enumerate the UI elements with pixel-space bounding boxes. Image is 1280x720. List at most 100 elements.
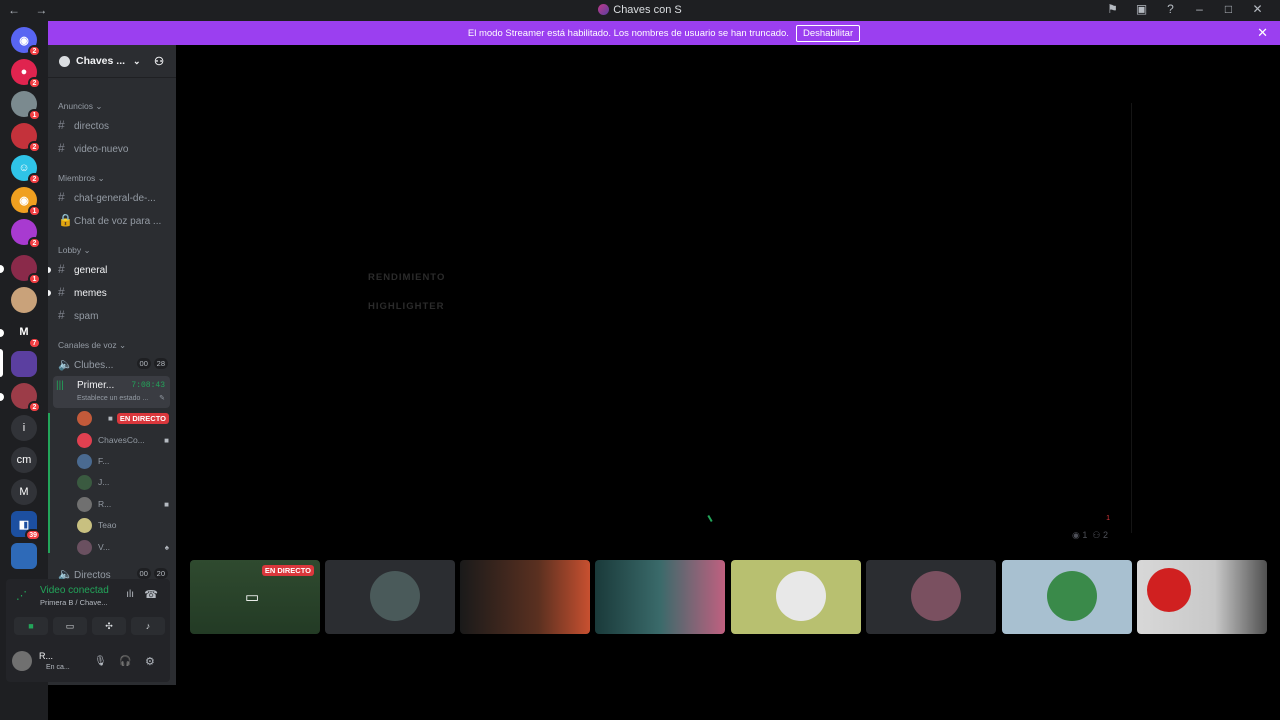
user-count: 00 bbox=[136, 358, 151, 369]
server-icon-selected[interactable] bbox=[11, 351, 37, 377]
add-user-icon[interactable]: ⚇ bbox=[154, 55, 164, 68]
avatar bbox=[77, 517, 92, 533]
channel-chat-general[interactable]: # chat-general-de-... bbox=[58, 190, 170, 204]
server-icon[interactable]: 2 bbox=[11, 123, 41, 153]
window-title: Chaves con S bbox=[0, 4, 1280, 16]
microphone-icon[interactable]: 🎙 bbox=[94, 656, 107, 667]
voice-member[interactable]: V... ♠ bbox=[77, 539, 169, 555]
server-header[interactable]: Chaves ... ⌄ ⚇ bbox=[48, 45, 176, 78]
voice-member[interactable]: J... bbox=[77, 474, 169, 490]
voice-member[interactable]: R... ■ bbox=[77, 496, 169, 512]
title-bar: ← → Chaves con S ⚑ ▣ ? – □ ✕ bbox=[0, 0, 1280, 21]
voice-member[interactable]: ChavesCo... ■ bbox=[77, 432, 169, 448]
channel-spam[interactable]: # spam bbox=[58, 308, 170, 322]
edit-icon[interactable]: ✎ bbox=[159, 394, 165, 402]
channel-chat-voz[interactable]: 🔒Chat de voz para ... bbox=[58, 213, 170, 227]
server-icon[interactable]: ◉ 1 bbox=[11, 187, 41, 217]
user-status: En ca... bbox=[46, 664, 70, 671]
voice-channel-clubes[interactable]: 🔈Clubes... 00 28 bbox=[58, 357, 170, 371]
category-miembros[interactable]: Miembros ⌄ bbox=[58, 173, 105, 184]
user-limit: 28 bbox=[153, 358, 168, 369]
category-lobby[interactable]: Lobby ⌄ bbox=[58, 245, 91, 256]
voice-member[interactable]: Teao bbox=[77, 517, 169, 533]
flag-icon[interactable]: ⚑ bbox=[1098, 2, 1127, 16]
voice-connection-line bbox=[48, 413, 50, 553]
server-icon[interactable]: ☺ 2 bbox=[11, 155, 41, 185]
category-canales-de-voz[interactable]: Canales de voz ⌄ bbox=[58, 340, 126, 351]
server-icon[interactable]: ● 2 bbox=[11, 59, 41, 89]
channel-memes[interactable]: # memes bbox=[58, 285, 170, 299]
unread-pill bbox=[0, 393, 4, 401]
video-tile[interactable] bbox=[1002, 560, 1132, 634]
stream-stats: ◉ 1 ⚇ 2 bbox=[1071, 530, 1108, 540]
avatar bbox=[77, 474, 92, 490]
noise-suppression-icon[interactable]: ılı bbox=[126, 589, 134, 600]
server-icon[interactable]: 2 bbox=[11, 219, 41, 249]
video-tile[interactable] bbox=[460, 560, 590, 634]
server-icon[interactable]: ◧ 39 bbox=[11, 511, 41, 541]
video-tile[interactable] bbox=[595, 560, 725, 634]
username: R... bbox=[39, 651, 54, 661]
video-tile[interactable] bbox=[866, 560, 996, 634]
close-window-button[interactable]: ✕ bbox=[1243, 2, 1272, 16]
hash-icon: # bbox=[58, 308, 65, 322]
avatar bbox=[370, 571, 420, 621]
hash-icon: # bbox=[58, 285, 65, 299]
server-icon[interactable]: 1 bbox=[11, 255, 41, 285]
unread-pill bbox=[0, 329, 4, 337]
server-icon[interactable] bbox=[11, 287, 37, 313]
close-icon[interactable]: ✕ bbox=[1257, 25, 1268, 41]
activities-button[interactable]: ✣ bbox=[92, 617, 126, 635]
avatar bbox=[77, 496, 92, 512]
headphones-icon[interactable]: 🎧 bbox=[119, 656, 131, 667]
channel-status[interactable]: Establece un estado ... bbox=[77, 395, 148, 402]
voice-status[interactable]: Video conectad Primera B / Chave... bbox=[40, 585, 109, 607]
gear-icon[interactable]: ⚙ bbox=[145, 655, 155, 668]
avatar bbox=[1147, 568, 1191, 612]
voice-member[interactable]: F... bbox=[77, 453, 169, 469]
screen-share-button[interactable]: ▭ bbox=[53, 617, 87, 635]
overlay-text: RENDIMIENTO bbox=[368, 272, 446, 283]
server-icon[interactable]: M7 bbox=[11, 319, 41, 349]
avatar bbox=[911, 571, 961, 621]
avatar bbox=[77, 432, 92, 448]
voice-channel-primera-active[interactable]: ||| Primer... 7:08:43 Establece un estad… bbox=[53, 376, 170, 408]
people-icon: ⚇ bbox=[1092, 530, 1101, 540]
help-icon[interactable]: ? bbox=[1156, 2, 1185, 16]
server-icon[interactable]: cm bbox=[11, 447, 37, 473]
server-icon[interactable] bbox=[11, 543, 37, 569]
disable-streamer-button[interactable]: Deshabilitar bbox=[795, 24, 861, 42]
server-icon[interactable]: M bbox=[11, 479, 37, 505]
camera-button[interactable]: ■ bbox=[14, 617, 48, 635]
voice-member[interactable]: ■ EN DIRECTO bbox=[77, 410, 169, 426]
minimize-button[interactable]: – bbox=[1185, 2, 1214, 16]
maximize-button[interactable]: □ bbox=[1214, 2, 1243, 16]
category-anuncios[interactable]: Anuncios ⌄ bbox=[58, 101, 102, 112]
disconnect-icon[interactable]: ☎ bbox=[144, 588, 158, 601]
signal-icon[interactable]: ⋰ bbox=[16, 589, 27, 602]
dm-home-icon[interactable]: ◉ 2 bbox=[11, 27, 41, 57]
server-icon[interactable]: 1 bbox=[11, 91, 41, 121]
video-tile[interactable] bbox=[325, 560, 455, 634]
user-limit: 20 bbox=[153, 568, 168, 579]
video-tile[interactable]: EN DIRECTO ▭ bbox=[190, 560, 320, 634]
user-count: 00 bbox=[136, 568, 151, 579]
streamer-mode-banner: El modo Streamer está habilitado. Los no… bbox=[48, 21, 1280, 45]
screen-icon[interactable]: ▣ bbox=[1127, 2, 1156, 16]
server-icon[interactable]: 2 bbox=[11, 383, 41, 413]
channel-directos[interactable]: # directos bbox=[58, 118, 170, 132]
channel-general[interactable]: # general bbox=[58, 262, 170, 276]
avatar bbox=[1047, 571, 1097, 621]
voice-activity-icon: ||| bbox=[56, 380, 64, 391]
channel-name: Primer... bbox=[77, 380, 115, 391]
speaker-icon: 🔈 bbox=[58, 357, 73, 371]
voice-panel: ⋰ Video conectad Primera B / Chave... ılı… bbox=[6, 579, 170, 682]
video-tile[interactable] bbox=[731, 560, 861, 634]
server-icon[interactable]: i bbox=[11, 415, 37, 441]
elapsed-time: 7:08:43 bbox=[131, 381, 165, 390]
soundboard-button[interactable]: ♪ bbox=[131, 617, 165, 635]
video-tile[interactable] bbox=[1137, 560, 1267, 634]
channel-video-nuevo[interactable]: # video-nuevo bbox=[58, 141, 170, 155]
live-badge: EN DIRECTO bbox=[261, 565, 314, 576]
video-icon: ■ bbox=[164, 435, 169, 445]
